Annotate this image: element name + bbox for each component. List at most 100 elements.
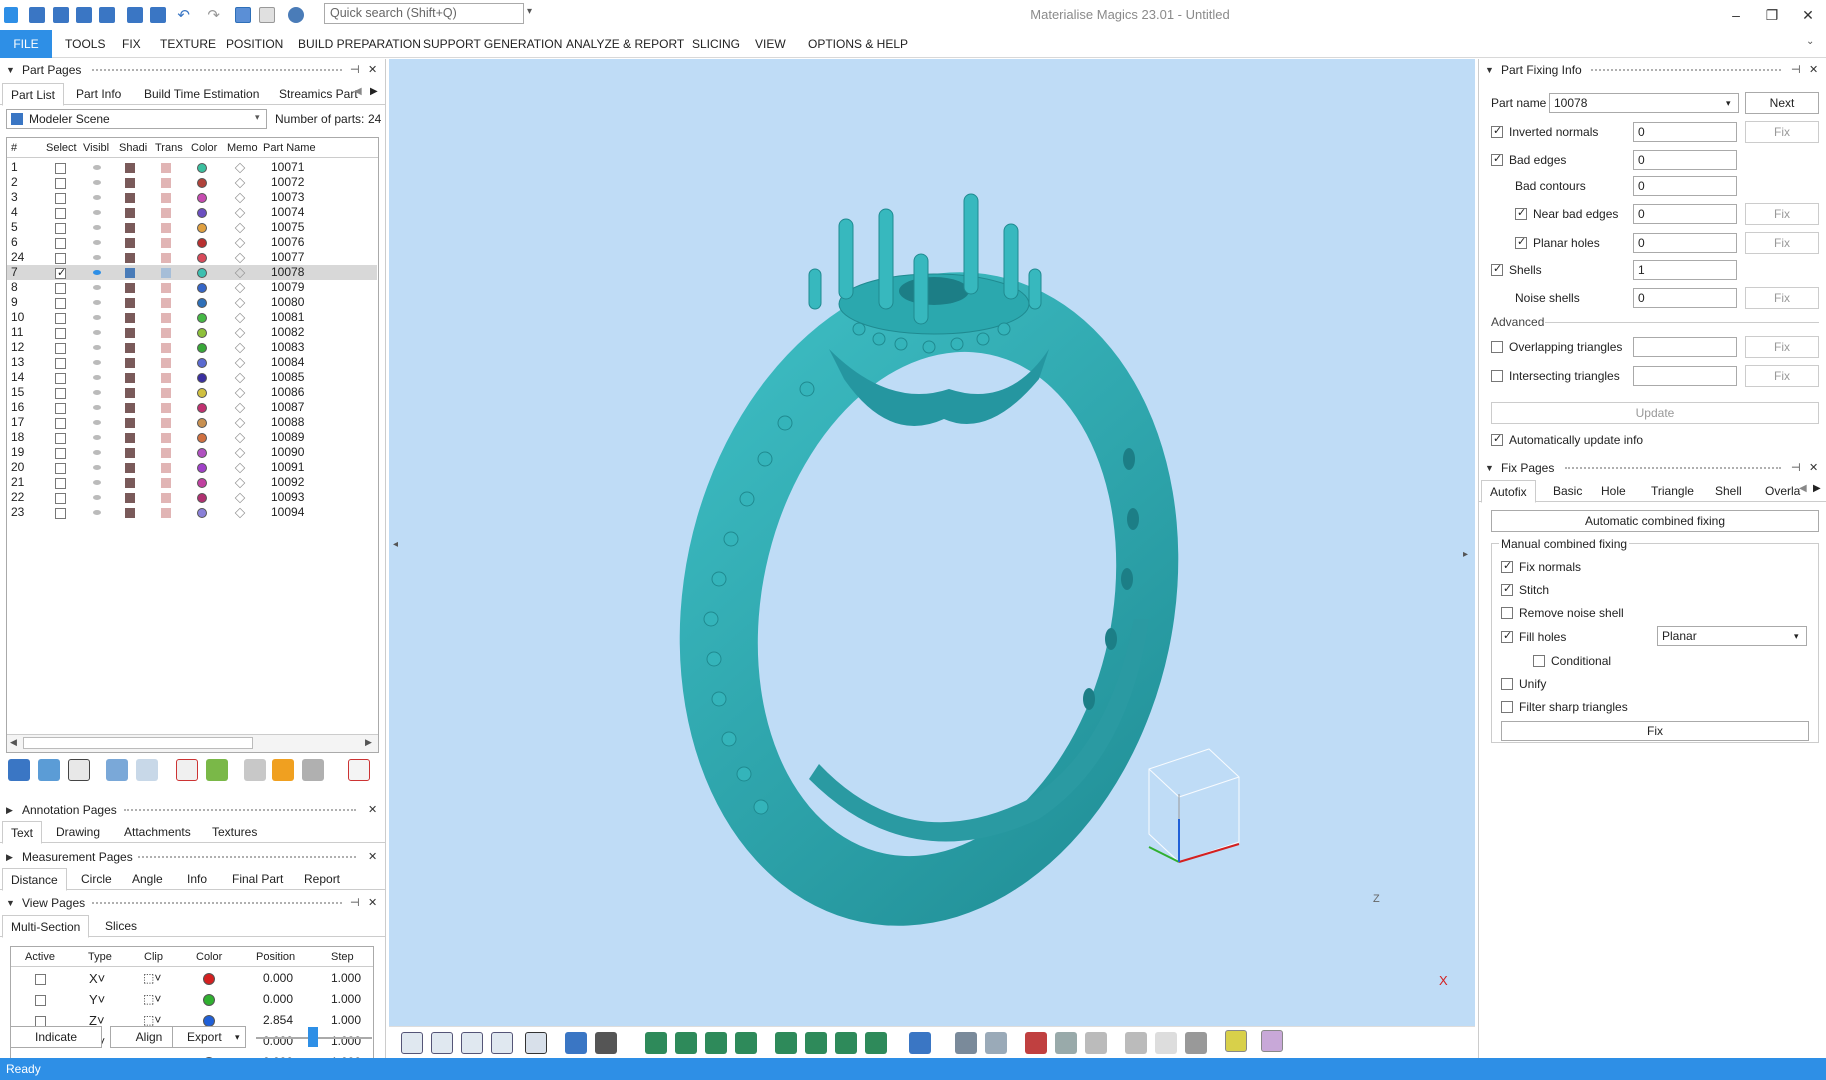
shading-icon[interactable] — [125, 505, 135, 520]
color-swatch[interactable] — [197, 490, 207, 505]
color-swatch[interactable] — [197, 445, 207, 460]
visible-eye-icon[interactable] — [93, 355, 101, 370]
memo-icon[interactable] — [234, 295, 246, 310]
section-position[interactable]: 0.000 — [263, 1031, 293, 1052]
scroll-right-icon[interactable]: ▶ — [365, 737, 372, 748]
select-plane-icon[interactable] — [675, 1032, 697, 1054]
visible-eye-icon[interactable] — [93, 325, 101, 340]
select-checkbox[interactable] — [55, 296, 66, 311]
table-row[interactable]: 22 10093 — [7, 490, 377, 505]
table-row[interactable]: 1 10071 — [7, 160, 377, 175]
col-visible[interactable]: Visibl — [83, 138, 109, 158]
tab-circle[interactable]: Circle — [73, 868, 120, 890]
collapse-right-panel-icon[interactable]: ▸ — [1463, 549, 1468, 560]
select-surface-icon[interactable] — [705, 1032, 727, 1054]
deselect-icon[interactable] — [258, 7, 275, 23]
visible-eye-icon[interactable] — [93, 445, 101, 460]
table-row[interactable]: 10 10081 — [7, 310, 377, 325]
visible-eye-icon[interactable] — [93, 175, 101, 190]
indicate-button[interactable]: Indicate — [10, 1026, 102, 1048]
memo-icon[interactable] — [234, 400, 246, 415]
zoom-icon[interactable] — [401, 1032, 423, 1054]
mark-lasso-icon[interactable] — [805, 1032, 827, 1054]
menu-build-preparation[interactable]: BUILD PREPARATION — [290, 30, 429, 58]
collapse-left-panel-icon[interactable]: ◂ — [393, 539, 398, 550]
color-swatch[interactable] — [197, 370, 207, 385]
zoom-window-icon[interactable] — [431, 1032, 453, 1054]
section-position[interactable]: 0.000 — [263, 989, 293, 1010]
tab-shell[interactable]: Shell — [1707, 480, 1750, 502]
select-checkbox[interactable] — [55, 266, 66, 281]
color-swatch[interactable] — [197, 460, 207, 475]
visible-eye-icon[interactable] — [93, 385, 101, 400]
close-panel-icon[interactable]: ✕ — [368, 892, 377, 914]
color-swatch[interactable] — [197, 325, 207, 340]
scene-selector[interactable]: Modeler Scene ▾ — [6, 109, 267, 129]
shading-icon[interactable] — [125, 220, 135, 235]
fix-planar-holes-button[interactable]: Fix — [1745, 232, 1819, 254]
tab-final-part[interactable]: Final Part — [224, 868, 291, 890]
visible-eye-icon[interactable] — [93, 265, 101, 280]
panel-grip[interactable] — [124, 809, 356, 812]
section-step[interactable]: 1.000 — [331, 989, 361, 1010]
transparency-icon[interactable] — [161, 370, 171, 385]
collapse-triangle-icon[interactable]: ▼ — [1485, 457, 1494, 479]
update-button[interactable]: Update — [1491, 402, 1819, 424]
select-checkbox[interactable] — [55, 506, 66, 521]
stitch-checkbox[interactable] — [1501, 582, 1513, 596]
select-checkbox[interactable] — [55, 476, 66, 491]
table-row[interactable]: 19 10090 — [7, 445, 377, 460]
select-all-icon[interactable] — [8, 759, 30, 781]
color-swatch[interactable] — [197, 205, 207, 220]
panel-grip[interactable] — [138, 856, 356, 859]
section-type[interactable]: Y˅ — [89, 989, 105, 1010]
tab-streamics-part[interactable]: Streamics Part — [271, 83, 366, 105]
color-swatch[interactable] — [197, 220, 207, 235]
select-checkbox[interactable] — [55, 236, 66, 251]
memo-icon[interactable] — [234, 340, 246, 355]
minimize-icon[interactable]: – — [1718, 0, 1754, 30]
clip-box-icon[interactable]: ⬚˅ — [143, 968, 161, 989]
transparency-icon[interactable] — [161, 415, 171, 430]
select-checkbox[interactable] — [55, 176, 66, 191]
shaded-view-icon[interactable] — [565, 1032, 587, 1054]
tab-text[interactable]: Text — [2, 821, 43, 844]
tab-basic[interactable]: Basic — [1545, 480, 1590, 502]
shading-icon[interactable] — [125, 310, 135, 325]
panel-grip[interactable] — [92, 69, 342, 72]
select-checkbox[interactable] — [55, 461, 66, 476]
section-position[interactable]: 2.854 — [263, 1010, 293, 1031]
transparency-icon[interactable] — [161, 190, 171, 205]
memo-icon[interactable] — [234, 250, 246, 265]
section-row[interactable]: X˅ ⬚˅ 0.000 1.000 — [11, 968, 373, 989]
select-checkbox[interactable] — [55, 341, 66, 356]
unify-checkbox[interactable] — [1501, 676, 1513, 690]
delete-triangles-icon[interactable] — [1025, 1032, 1047, 1054]
invert-selection-icon[interactable] — [68, 759, 90, 781]
active-checkbox[interactable] — [35, 990, 46, 1011]
memo-icon[interactable] — [234, 355, 246, 370]
visible-eye-icon[interactable] — [93, 430, 101, 445]
transparency-icon[interactable] — [161, 445, 171, 460]
select-checkbox[interactable] — [55, 221, 66, 236]
shading-icon[interactable] — [125, 205, 135, 220]
select-checkbox[interactable] — [55, 446, 66, 461]
select-checkbox[interactable] — [55, 326, 66, 341]
new-file-icon[interactable] — [29, 7, 46, 23]
col-color[interactable]: Color — [191, 138, 217, 158]
transparent-icon[interactable] — [136, 759, 158, 781]
automatic-combined-fixing-button[interactable]: Automatic combined fixing — [1491, 510, 1819, 532]
tab-scroll-right-icon[interactable]: ▶ — [370, 86, 378, 97]
memo-icon[interactable] — [234, 505, 246, 520]
pin-icon[interactable]: ⊣ — [1791, 59, 1801, 81]
color-swatch[interactable] — [197, 400, 207, 415]
shading-icon[interactable] — [125, 265, 135, 280]
visible-eye-icon[interactable] — [93, 490, 101, 505]
color-swatch[interactable] — [197, 160, 207, 175]
table-row[interactable]: 16 10087 — [7, 400, 377, 415]
transparency-icon[interactable] — [161, 220, 171, 235]
near-bad-edges-checkbox[interactable] — [1515, 206, 1527, 220]
ring-model[interactable] — [389, 59, 1475, 1026]
tab-part-info[interactable]: Part Info — [68, 83, 129, 105]
transparency-icon[interactable] — [161, 235, 171, 250]
